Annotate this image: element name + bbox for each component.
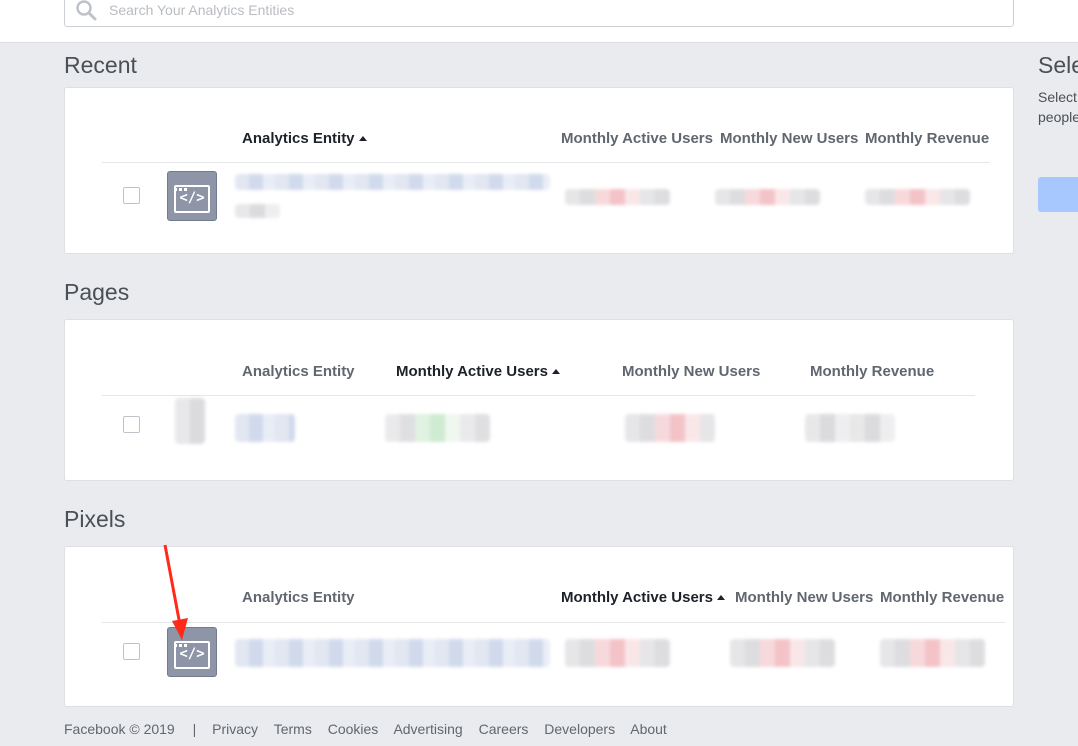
column-header-monthly-new-users[interactable]: Monthly New Users — [720, 130, 858, 147]
column-header-monthly-revenue[interactable]: Monthly Revenue — [865, 130, 989, 147]
column-header-monthly-new-users[interactable]: Monthly New Users — [735, 589, 873, 606]
column-header-analytics-entity[interactable]: Analytics Entity — [242, 589, 355, 606]
recent-card: Analytics Entity Monthly Active Users Mo… — [64, 87, 1014, 254]
redacted-active-users — [385, 414, 490, 442]
search-box[interactable] — [64, 0, 1014, 27]
footer-separator: | — [192, 721, 197, 737]
redacted-active-users — [565, 639, 670, 667]
column-header-label: Monthly Active Users — [396, 363, 548, 380]
column-header-monthly-active-users[interactable]: Monthly Active Users — [561, 589, 725, 606]
column-header-analytics-entity[interactable]: Analytics Entity — [242, 130, 367, 147]
redacted-revenue — [865, 189, 970, 205]
redacted-page-avatar — [175, 398, 205, 444]
footer-link-cookies[interactable]: Cookies — [328, 721, 379, 737]
redacted-new-users — [730, 639, 835, 667]
column-header-analytics-entity[interactable]: Analytics Entity — [242, 363, 355, 380]
footer-link-privacy[interactable]: Privacy — [212, 721, 258, 737]
redacted-revenue — [880, 639, 985, 667]
code-window-icon: </> — [167, 171, 217, 221]
footer-link-advertising[interactable]: Advertising — [393, 721, 462, 737]
footer: Facebook © 2019 | Privacy Terms Cookies … — [64, 721, 679, 737]
search-input[interactable] — [109, 0, 989, 21]
redacted-entity-id — [235, 204, 280, 218]
row-checkbox[interactable] — [123, 187, 140, 204]
column-header-monthly-revenue[interactable]: Monthly Revenue — [810, 363, 934, 380]
sort-ascending-icon — [717, 595, 725, 600]
footer-link-about[interactable]: About — [630, 721, 667, 737]
side-panel-text-line1: Select — [1038, 89, 1077, 105]
header-divider — [102, 622, 1005, 623]
side-panel-text-line2: people — [1038, 109, 1078, 125]
footer-link-developers[interactable]: Developers — [544, 721, 615, 737]
redacted-entity-name — [235, 414, 295, 442]
section-title-recent: Recent — [64, 52, 137, 78]
footer-copyright: Facebook © 2019 — [64, 721, 175, 737]
redacted-new-users — [715, 189, 820, 205]
redacted-new-users — [625, 414, 715, 442]
sort-ascending-icon — [552, 369, 560, 374]
column-header-monthly-active-users[interactable]: Monthly Active Users — [396, 363, 560, 380]
column-header-label: Analytics Entity — [242, 130, 355, 147]
pixels-card: Analytics Entity Monthly Active Users Mo… — [64, 546, 1014, 707]
top-bar — [0, 0, 1078, 43]
side-panel-title: Sele — [1038, 52, 1078, 78]
redacted-revenue — [805, 414, 895, 442]
row-checkbox[interactable] — [123, 416, 140, 433]
column-header-label: Monthly Active Users — [561, 589, 713, 606]
column-header-monthly-new-users[interactable]: Monthly New Users — [622, 363, 760, 380]
header-divider — [102, 395, 975, 396]
redacted-entity-name — [235, 639, 550, 667]
footer-link-careers[interactable]: Careers — [479, 721, 529, 737]
column-header-monthly-revenue[interactable]: Monthly Revenue — [880, 589, 1004, 606]
redacted-active-users — [565, 189, 670, 205]
section-title-pixels: Pixels — [64, 506, 126, 532]
sort-ascending-icon — [358, 136, 367, 141]
pages-card: Analytics Entity Monthly Active Users Mo… — [64, 319, 1014, 481]
header-divider — [102, 162, 990, 163]
side-panel-button[interactable] — [1038, 177, 1078, 212]
row-checkbox[interactable] — [123, 643, 140, 660]
column-header-monthly-active-users[interactable]: Monthly Active Users — [561, 130, 713, 147]
footer-link-terms[interactable]: Terms — [274, 721, 312, 737]
section-title-pages: Pages — [64, 279, 130, 305]
search-icon — [76, 0, 97, 21]
redacted-entity-name — [235, 174, 550, 190]
red-arrow-annotation — [163, 544, 188, 640]
